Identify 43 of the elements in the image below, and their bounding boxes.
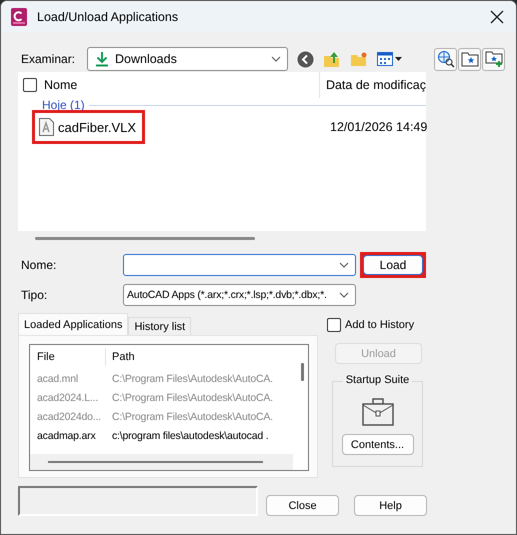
column-header[interactable]: Data de modificaç	[320, 78, 426, 92]
look-in-dropdown[interactable]: Downloads	[87, 47, 288, 71]
group-title: Startup Suite	[342, 374, 412, 386]
briefcase-icon	[362, 398, 394, 426]
window-title: Load/Unload Applications	[37, 10, 180, 24]
new-folder-icon[interactable]	[350, 51, 368, 67]
tab[interactable]: Loaded Applications	[18, 313, 128, 335]
name-field[interactable]	[123, 254, 356, 276]
column-header[interactable]: Path	[106, 345, 135, 369]
column-header[interactable]: Nome	[44, 78, 78, 92]
add-to-history-label[interactable]: Add to History	[345, 319, 414, 331]
folder-up-icon[interactable]	[323, 50, 341, 68]
close-icon[interactable]	[490, 10, 504, 24]
scrollbar[interactable]	[301, 363, 304, 381]
file-type-dropdown[interactable]: AutoCAD Apps (*.arx;*.crx;*.lsp;*.dvb;*.dbx;*.	[123, 284, 356, 306]
view-menu-icon[interactable]	[377, 52, 403, 66]
load-button[interactable]: Load	[363, 255, 423, 275]
look-in-label: Examinar:	[21, 52, 76, 66]
scrollbar[interactable]	[35, 237, 255, 240]
tab[interactable]: History list	[128, 317, 192, 335]
name-label: Nome:	[21, 258, 58, 272]
dialog-button[interactable]: Help	[354, 495, 427, 516]
file-icon	[39, 118, 54, 136]
app-icon	[11, 8, 27, 26]
date-cell: 12/01/2026 14:49	[330, 120, 428, 134]
select-all-checkbox[interactable]	[23, 78, 37, 92]
column-header[interactable]: File	[30, 348, 106, 366]
download-icon	[95, 51, 109, 67]
chevron-down-icon	[339, 292, 349, 298]
scrollbar[interactable]	[30, 454, 293, 470]
contents-button[interactable]: Contents...	[342, 434, 414, 455]
dialog-button[interactable]: Close	[266, 495, 339, 516]
back-icon[interactable]	[297, 50, 314, 68]
web-search-button[interactable]	[434, 48, 457, 70]
path-cell[interactable]: c:\program files\autodesk\autocad .	[106, 430, 268, 442]
file-item[interactable]: cadFiber.VLX	[35, 113, 142, 141]
add-folder-button[interactable]	[482, 48, 505, 70]
type-label: Tipo:	[21, 288, 48, 302]
chevron-down-icon	[339, 262, 349, 268]
file-cell[interactable]: acadmap.arx	[30, 430, 106, 442]
chevron-down-icon	[271, 56, 281, 62]
favorites-folder-button[interactable]	[458, 48, 481, 70]
add-to-history-checkbox[interactable]	[327, 318, 341, 332]
